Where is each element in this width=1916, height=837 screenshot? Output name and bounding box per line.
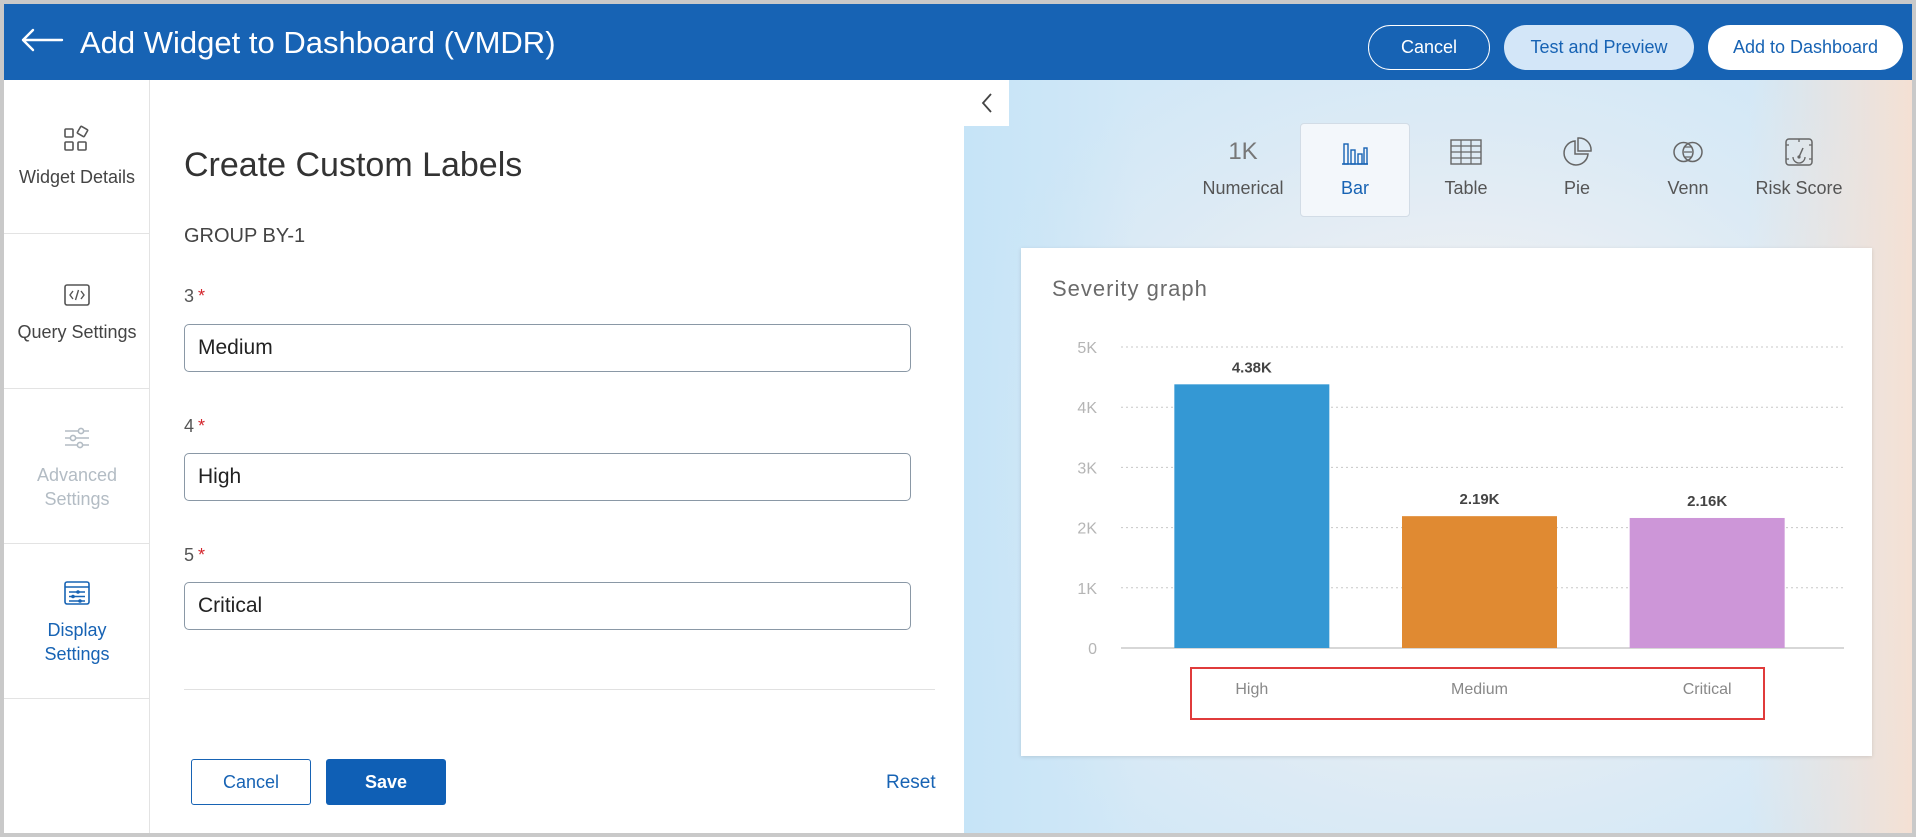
chart-type-icon-wrap bbox=[1562, 132, 1592, 172]
display-settings-icon bbox=[64, 580, 90, 605]
collapse-panel-button[interactable] bbox=[964, 80, 1009, 126]
custom-labels-form: Create Custom Labels GROUP BY-1 3* 4* 5*… bbox=[151, 80, 1009, 833]
bar-critical bbox=[1629, 517, 1785, 648]
x-tick-label: High bbox=[1235, 681, 1268, 698]
settings-sidebar: Widget Details Query Settings Advanced S… bbox=[4, 80, 150, 833]
field-label-text: 3 bbox=[184, 286, 195, 306]
y-tick-label: 2K bbox=[1077, 521, 1097, 538]
sidebar-item-label: Display Settings bbox=[44, 619, 110, 664]
chart-type-label: Venn bbox=[1667, 178, 1709, 198]
sidebar-item-label: Advanced Settings bbox=[36, 464, 118, 509]
reset-link[interactable]: Reset bbox=[886, 772, 936, 794]
chart-type-label: Pie bbox=[1563, 178, 1590, 198]
add-to-dashboard-button[interactable]: Add to Dashboard bbox=[1708, 25, 1903, 70]
y-tick-label: 5K bbox=[1077, 340, 1097, 357]
label-5-input[interactable] bbox=[184, 582, 911, 630]
chart-type-icon-wrap bbox=[1671, 132, 1705, 172]
chart-type-label: Table bbox=[1444, 178, 1488, 198]
preview-panel: 1K Numerical Bar Table Pie Venn Risk Sco… bbox=[964, 80, 1912, 833]
chart-type-label: Bar bbox=[1340, 178, 1369, 198]
x-tick-label: Medium bbox=[1451, 681, 1508, 698]
save-button[interactable]: Save bbox=[326, 759, 446, 805]
sidebar-item-widget-details[interactable]: Widget Details bbox=[4, 80, 150, 234]
data-label: 2.19K bbox=[1459, 491, 1499, 508]
chart-type-label: Risk Score bbox=[1755, 178, 1843, 198]
chart-type-table[interactable]: Table bbox=[1411, 124, 1521, 216]
sidebar-item-advanced-settings[interactable]: Advanced Settings bbox=[4, 390, 150, 544]
numerical-icon: 1K bbox=[1228, 138, 1258, 165]
required-asterisk: * bbox=[198, 286, 206, 306]
risk-score-icon bbox=[1785, 138, 1813, 166]
chevron-left-icon bbox=[981, 93, 992, 113]
app-window: Add Widget to Dashboard (VMDR) Cancel Te… bbox=[0, 0, 1916, 837]
sliders-icon bbox=[65, 427, 89, 448]
chart-type-pie[interactable]: Pie bbox=[1522, 124, 1632, 216]
chart-type-icon-wrap bbox=[1784, 132, 1814, 172]
label-4-input[interactable] bbox=[184, 453, 911, 501]
form-title: Create Custom Labels bbox=[184, 146, 523, 184]
severity-bar-chart: 0 1K 2K 3K 4K 5K 4.38K High 2.19K Medium 2.16K Crit… bbox=[1077, 340, 1844, 698]
widget-icon bbox=[64, 125, 89, 151]
sidebar-item-label: Widget Details bbox=[18, 166, 136, 187]
sidebar-item-label: Query Settings bbox=[17, 321, 137, 342]
form-cancel-button[interactable]: Cancel bbox=[191, 759, 311, 805]
group-by-label: GROUP BY-1 bbox=[184, 225, 306, 247]
field-label-3: 3 * bbox=[184, 286, 205, 307]
page-title: Add Widget to Dashboard (VMDR) bbox=[80, 25, 556, 60]
sidebar-item-query-settings[interactable]: Query Settings bbox=[4, 235, 150, 389]
chart-type-numerical[interactable]: 1K Numerical bbox=[1188, 124, 1298, 216]
data-label: 2.16K bbox=[1687, 493, 1727, 510]
back-arrow-icon bbox=[21, 28, 64, 52]
field-label-text: 5 bbox=[184, 545, 195, 565]
header-cancel-button[interactable]: Cancel bbox=[1368, 25, 1490, 70]
venn-icon bbox=[1673, 141, 1703, 163]
field-label-5: 5 * bbox=[184, 545, 205, 566]
y-tick-label: 1K bbox=[1077, 581, 1097, 598]
top-header: Add Widget to Dashboard (VMDR) Cancel Te… bbox=[4, 4, 1912, 80]
y-tick-label: 4K bbox=[1077, 400, 1097, 417]
chart-type-label: Numerical bbox=[1202, 178, 1284, 198]
chart-type-icon-wrap bbox=[1450, 132, 1482, 172]
sidebar-item-display-settings[interactable]: Display Settings bbox=[4, 545, 150, 699]
bar-medium bbox=[1402, 516, 1557, 648]
test-and-preview-button[interactable]: Test and Preview bbox=[1504, 25, 1694, 70]
data-label: 4.38K bbox=[1232, 359, 1272, 376]
code-icon bbox=[64, 283, 90, 306]
chart-type-risk-score[interactable]: Risk Score bbox=[1744, 124, 1854, 216]
chart-type-icon-wrap bbox=[1340, 132, 1370, 172]
required-asterisk: * bbox=[198, 416, 206, 436]
pie-chart-icon bbox=[1563, 137, 1592, 166]
label-3-input[interactable] bbox=[184, 324, 911, 372]
bar-chart-icon bbox=[1342, 143, 1368, 165]
chart-type-venn[interactable]: Venn bbox=[1633, 124, 1743, 216]
required-asterisk: * bbox=[198, 545, 206, 565]
chart-preview-card: Severity graph 0 1K 2K 3K 4K 5K 4.38K High 2.19K… bbox=[1021, 248, 1872, 756]
field-label-4: 4 * bbox=[184, 416, 205, 437]
form-divider bbox=[184, 689, 935, 690]
y-tick-label: 3K bbox=[1077, 460, 1097, 477]
chart-type-bar[interactable]: Bar bbox=[1300, 123, 1410, 217]
back-button[interactable] bbox=[18, 22, 66, 58]
x-tick-label: Critical bbox=[1683, 681, 1732, 698]
field-label-text: 4 bbox=[184, 416, 195, 436]
bar-high bbox=[1174, 384, 1330, 648]
y-tick-label: 0 bbox=[1088, 641, 1097, 658]
table-icon bbox=[1450, 139, 1482, 165]
